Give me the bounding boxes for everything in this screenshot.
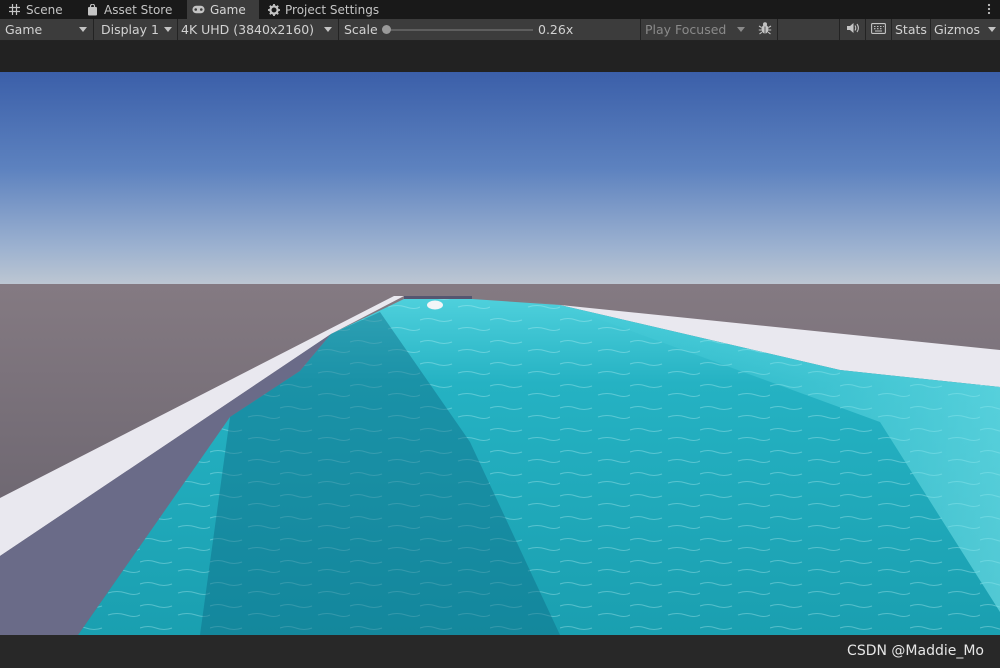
keyboard-shortcuts-button[interactable] — [866, 19, 890, 40]
divider — [640, 19, 641, 40]
sky — [0, 72, 1000, 287]
gizmos-label: Gizmos — [934, 22, 981, 37]
display-label: Display 1 — [101, 22, 160, 37]
gamepad-icon — [192, 3, 205, 16]
divider — [177, 19, 178, 40]
chevron-down-icon — [164, 27, 172, 32]
chevron-down-icon — [324, 27, 332, 32]
tab-label: Project Settings — [285, 2, 380, 17]
scale-slider-handle[interactable] — [382, 25, 391, 34]
pool-far-wall — [404, 296, 472, 299]
bug-icon — [758, 21, 772, 38]
watermark-text: CSDN @Maddie_Mo — [847, 643, 984, 659]
scale-label: Scale — [344, 22, 378, 37]
divider — [338, 19, 339, 40]
shopping-bag-icon — [86, 3, 99, 16]
view-mode-dropdown[interactable]: Game — [5, 19, 91, 40]
divider — [93, 19, 94, 40]
more-options-icon[interactable] — [986, 1, 992, 17]
display-dropdown[interactable]: Display 1 — [101, 19, 176, 40]
tab-label: Game — [210, 2, 246, 17]
play-mode-label: Play Focused — [645, 22, 727, 37]
frame-debugger-button[interactable] — [754, 19, 776, 40]
gizmos-dropdown[interactable]: Gizmos — [934, 19, 996, 40]
divider — [839, 19, 840, 40]
keyboard-icon — [870, 22, 886, 37]
tab-label: Asset Store — [104, 2, 173, 17]
tab-project-settings[interactable]: Project Settings — [267, 0, 382, 19]
chevron-down-icon — [737, 27, 745, 32]
divider — [930, 19, 931, 40]
tab-label: Scene — [26, 2, 63, 17]
game-viewport[interactable] — [0, 41, 1000, 635]
stats-button[interactable]: Stats — [895, 19, 927, 40]
floating-ball — [427, 300, 443, 310]
resolution-dropdown[interactable]: 4K UHD (3840x2160) — [181, 19, 336, 40]
scale-slider-track[interactable] — [386, 29, 533, 31]
play-mode-dropdown[interactable]: Play Focused — [645, 19, 749, 40]
window-tab-bar: Scene Asset Store Game Project Settings — [0, 0, 1000, 19]
tab-asset-store[interactable]: Asset Store — [86, 0, 182, 19]
mute-audio-button[interactable] — [841, 19, 864, 40]
tab-scene[interactable]: Scene — [8, 0, 78, 19]
tab-game[interactable]: Game — [187, 0, 259, 19]
grid-icon — [8, 3, 21, 16]
chevron-down-icon — [988, 27, 996, 32]
game-render — [0, 72, 1000, 635]
speaker-icon — [846, 22, 860, 37]
resolution-label: 4K UHD (3840x2160) — [181, 22, 315, 37]
divider — [891, 19, 892, 40]
gear-icon — [267, 3, 280, 16]
chevron-down-icon — [79, 27, 87, 32]
view-mode-label: Game — [5, 22, 43, 37]
divider — [777, 19, 778, 40]
scale-value: 0.26x — [538, 22, 574, 37]
